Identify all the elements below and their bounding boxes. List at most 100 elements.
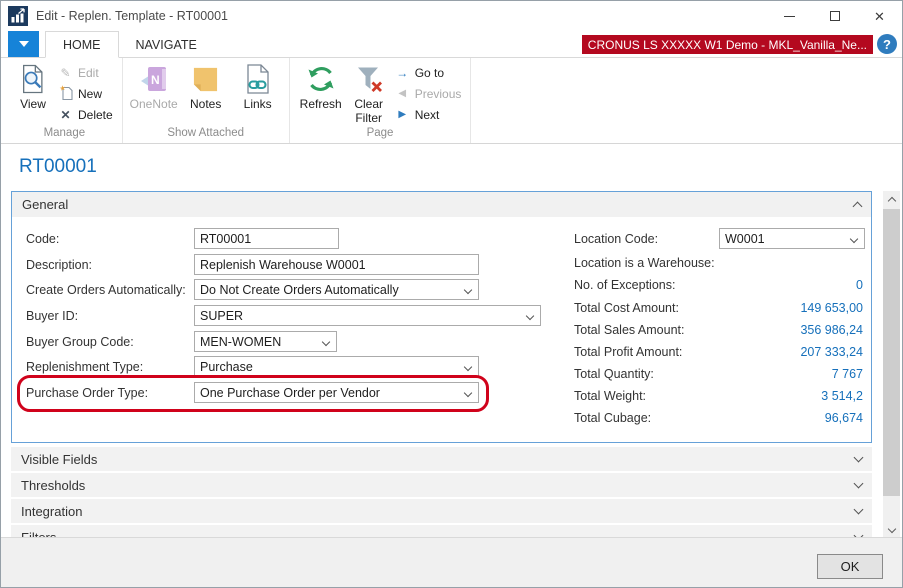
bottom-bar: OK [1, 537, 902, 588]
window-title: Edit - Replen. Template - RT00001 [36, 9, 228, 23]
chevron-down-icon [19, 41, 29, 47]
onenote-button: N OneNote [128, 58, 180, 112]
new-page-icon [58, 85, 73, 102]
page-small-buttons: → Go to ◀ Previous ▶ Next [391, 58, 466, 123]
maximize-icon [830, 11, 840, 21]
manage-group-label: Manage [12, 126, 117, 139]
window-controls: ✕ [767, 1, 902, 31]
description-label: Description: [26, 258, 92, 272]
total-weight-value[interactable]: 3 514,2 [821, 389, 863, 403]
code-input[interactable]: RT00001 [194, 228, 339, 249]
view-button[interactable]: View [12, 58, 54, 112]
buyer-id-select[interactable]: SUPER [194, 305, 541, 326]
ribbon-group-show-attached: N OneNote Notes [123, 58, 290, 143]
total-profit-label: Total Profit Amount: [574, 345, 682, 359]
ribbon-tab-row: HOME NAVIGATE CRONUS LS XXXXX W1 Demo - … [1, 31, 902, 58]
buyer-id-label: Buyer ID: [26, 309, 78, 323]
ribbon-tabs: HOME NAVIGATE [45, 31, 214, 58]
exceptions-label: No. of Exceptions: [574, 278, 675, 292]
show-attached-group-label: Show Attached [128, 126, 284, 139]
minimize-button[interactable] [767, 1, 812, 31]
help-button[interactable]: ? [877, 34, 897, 54]
close-button[interactable]: ✕ [857, 1, 902, 31]
total-quantity-label: Total Quantity: [574, 367, 654, 381]
chevron-down-icon [464, 389, 472, 397]
ribbon-group-page: Refresh Clear Filter → Go to [290, 58, 472, 143]
new-button[interactable]: New [54, 85, 117, 102]
location-code-label: Location Code: [574, 232, 658, 246]
maximize-button[interactable] [812, 1, 857, 31]
chevron-down-icon [464, 363, 472, 371]
goto-button[interactable]: → Go to [391, 64, 466, 81]
total-profit-value[interactable]: 207 333,24 [800, 345, 863, 359]
previous-button: ◀ Previous [391, 85, 466, 102]
total-sales-label: Total Sales Amount: [574, 323, 684, 337]
tab-home[interactable]: HOME [45, 31, 119, 58]
code-label: Code: [26, 232, 59, 246]
app-menu-button[interactable] [8, 31, 39, 57]
tab-navigate[interactable]: NAVIGATE [119, 31, 214, 58]
sticky-note-icon [192, 61, 219, 97]
create-orders-label: Create Orders Automatically: [26, 283, 186, 297]
svg-text:N: N [151, 73, 160, 87]
notes-button[interactable]: Notes [180, 58, 232, 112]
description-input[interactable]: Replenish Warehouse W0001 [194, 254, 479, 275]
manage-small-buttons: ✎ Edit New ✕ Delet [54, 58, 117, 123]
total-quantity-value[interactable]: 7 767 [832, 367, 863, 381]
arrow-right-icon: → [395, 67, 410, 79]
chevron-down-icon [887, 525, 895, 533]
links-chain-icon [245, 61, 271, 97]
scroll-up-button[interactable] [883, 191, 900, 208]
clear-filter-button[interactable]: Clear Filter [347, 58, 391, 126]
collapse-chevron-up-icon[interactable] [853, 202, 863, 212]
page-group-label: Page [295, 126, 466, 139]
chevron-down-icon[interactable] [854, 478, 864, 488]
chevron-up-icon [887, 197, 895, 205]
onenote-icon: N [139, 61, 169, 97]
chevron-down-icon [850, 235, 858, 243]
buyer-group-select[interactable]: MEN-WOMEN [194, 331, 337, 352]
ok-button[interactable]: OK [817, 554, 883, 579]
chevron-down-icon[interactable] [854, 504, 864, 514]
edit-button: ✎ Edit [54, 64, 117, 81]
next-button[interactable]: ▶ Next [391, 106, 466, 123]
refresh-button[interactable]: Refresh [295, 58, 347, 112]
chevron-down-icon [464, 286, 472, 294]
fasttab-general: General Code: RT00001 Description: Reple… [11, 191, 872, 443]
triangle-left-icon: ◀ [395, 89, 410, 99]
total-cost-label: Total Cost Amount: [574, 301, 679, 315]
total-cubage-value[interactable]: 96,674 [825, 411, 863, 425]
replenishment-type-select[interactable]: Purchase [194, 356, 479, 377]
total-sales-value[interactable]: 356 986,24 [800, 323, 863, 337]
chevron-down-icon[interactable] [854, 452, 864, 462]
pencil-icon: ✎ [58, 67, 73, 79]
warehouse-label: Location is a Warehouse: [574, 256, 715, 270]
location-code-select[interactable]: W0001 [719, 228, 865, 249]
app-window: Edit - Replen. Template - RT00001 ✕ HOME… [0, 0, 903, 588]
create-orders-select[interactable]: Do Not Create Orders Automatically [194, 279, 479, 300]
fasttab-thresholds[interactable]: Thresholds [11, 473, 872, 497]
replenishment-type-label: Replenishment Type: [26, 360, 143, 374]
vertical-scrollbar [883, 191, 900, 539]
triangle-right-icon: ▶ [395, 110, 410, 120]
view-label: View [20, 98, 46, 112]
ribbon: View ✎ Edit New [1, 58, 902, 144]
total-cubage-label: Total Cubage: [574, 411, 651, 425]
fasttab-visible-fields[interactable]: Visible Fields [11, 447, 872, 471]
minimize-icon [784, 16, 795, 17]
delete-button[interactable]: ✕ Delete [54, 106, 117, 123]
total-cost-value[interactable]: 149 653,00 [800, 301, 863, 315]
delete-x-icon: ✕ [58, 109, 73, 121]
refresh-icon [306, 61, 336, 97]
company-badge[interactable]: CRONUS LS XXXXX W1 Demo - MKL_Vanilla_Ne… [582, 35, 873, 54]
scrollbar-thumb[interactable] [883, 209, 900, 496]
general-section-header[interactable]: General [12, 192, 871, 217]
fasttab-integration[interactable]: Integration [11, 499, 872, 523]
links-button[interactable]: Links [232, 58, 284, 112]
total-weight-label: Total Weight: [574, 389, 646, 403]
ribbon-group-manage: View ✎ Edit New [7, 58, 123, 143]
purchase-order-type-select[interactable]: One Purchase Order per Vendor [194, 382, 479, 403]
general-header-label: General [22, 197, 68, 212]
purchase-order-type-label: Purchase Order Type: [26, 386, 148, 400]
exceptions-value[interactable]: 0 [856, 278, 863, 292]
